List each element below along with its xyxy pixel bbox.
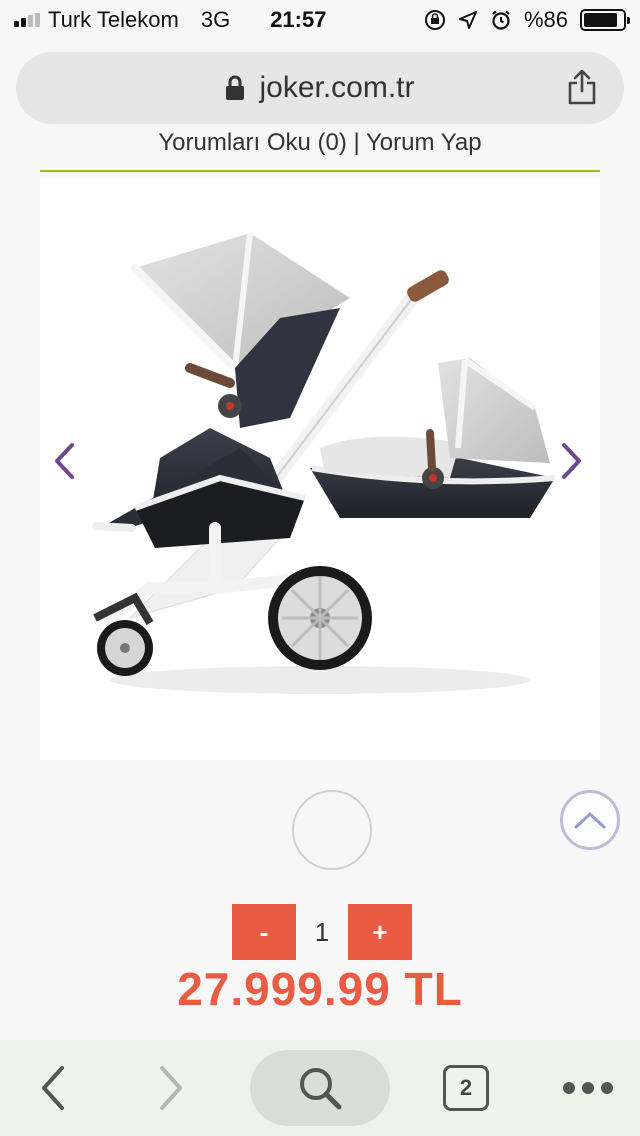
back-icon [42,1066,64,1110]
chevron-left-icon [55,443,74,479]
search-icon [300,1068,342,1110]
battery-icon [580,9,630,31]
clock: 21:57 [270,7,327,32]
alarm-icon [492,10,510,30]
forward-icon [160,1066,182,1110]
back-button[interactable] [28,1058,78,1118]
chevron-up-icon [574,812,606,829]
decrease-quantity-button[interactable]: - [232,904,296,960]
share-icon[interactable] [566,68,598,106]
tab-count: 2 [459,1075,473,1100]
reviews-link[interactable]: Yorumları Oku (0) | Yorum Yap [40,126,600,172]
product-price: 27.999.99 TL [177,963,463,1015]
carrier-name: Turk Telekom [48,7,179,32]
product-image [40,178,600,760]
carousel-prev-button[interactable] [44,436,84,486]
page-url: joker.com.tr [259,71,415,104]
status-bar: Turk Telekom 3G 21:57 %86 [0,0,640,40]
increase-quantity-button[interactable]: + [348,904,412,960]
orientation-lock-icon [424,10,445,30]
chevron-right-icon [562,443,581,479]
image-indicator[interactable] [292,790,372,870]
address-bar[interactable]: joker.com.tr [16,52,624,124]
carousel-next-button[interactable] [552,436,592,486]
network-type: 3G [200,7,231,32]
quantity-stepper: - 1 + [232,904,412,960]
tabs-button[interactable]: 2 [440,1062,492,1114]
reviews-link-text: Yorumları Oku (0) | Yorum Yap [158,129,482,156]
quantity-input[interactable]: 1 [296,904,348,960]
scroll-to-top-button[interactable] [560,790,620,850]
signal-icon [14,13,40,27]
forward-button[interactable] [146,1058,196,1118]
location-icon [458,11,477,29]
battery-level [584,13,617,27]
browser-toolbar: 2 [0,1040,640,1136]
battery-percent: %86 [523,7,568,32]
more-icon [563,1082,613,1094]
tabs-icon: 2 [443,1065,489,1111]
stroller-illustration [92,232,556,694]
search-button[interactable] [250,1050,390,1126]
more-button[interactable] [556,1062,620,1114]
lock-icon [226,75,245,100]
